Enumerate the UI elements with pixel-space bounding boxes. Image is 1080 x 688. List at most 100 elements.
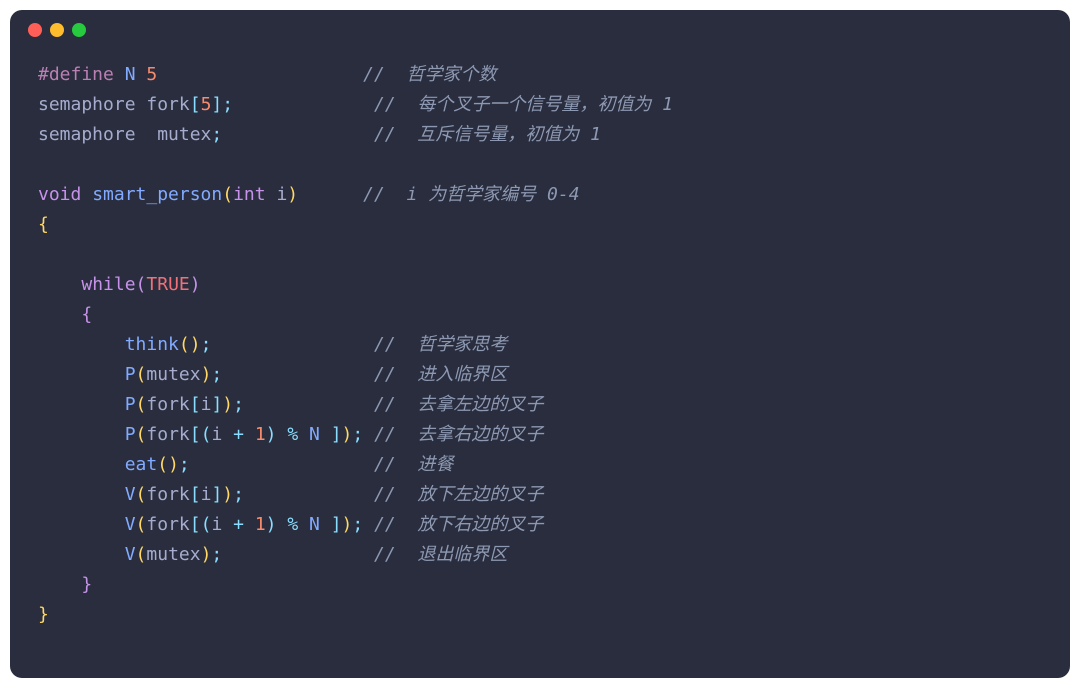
punct-token: ]	[331, 514, 342, 535]
whitespace-token	[38, 334, 125, 355]
code-line: think(); // 哲学家思考	[38, 330, 1042, 360]
ident-token: i	[211, 514, 233, 535]
punct-token: [	[190, 484, 201, 505]
whitespace-token	[244, 394, 374, 415]
minimize-icon[interactable]	[50, 23, 64, 37]
whitespace-token	[157, 64, 363, 85]
punct-token: [	[190, 514, 201, 535]
code-line: P(mutex); // 进入临界区	[38, 360, 1042, 390]
punct-token: ;	[201, 334, 212, 355]
whitespace-token	[38, 514, 125, 535]
comment-token: // 进餐	[374, 454, 453, 475]
whitespace-token	[38, 454, 125, 475]
whitespace-token	[38, 274, 81, 295]
punct-token: ;	[352, 514, 363, 535]
comment-token: // 互斥信号量，初值为 1	[374, 124, 601, 145]
whitespace-token	[298, 184, 363, 205]
ident-token: fork	[146, 514, 189, 535]
paren2-token: (	[179, 334, 190, 355]
whitespace-token	[222, 364, 374, 385]
keyword-token: while	[81, 274, 135, 295]
op-token: +	[233, 514, 255, 535]
func-token: P	[125, 394, 136, 415]
code-line	[38, 150, 1042, 180]
code-area: #define N 5 // 哲学家个数semaphore fork[5]; /…	[10, 50, 1070, 650]
punct-token: [	[190, 94, 201, 115]
paren2-token: )	[201, 544, 212, 565]
paren2-token: )	[342, 424, 353, 445]
paren2-token: (	[136, 394, 147, 415]
macro-token: N	[309, 424, 331, 445]
func-token: V	[125, 544, 136, 565]
punct-token: ]	[211, 394, 222, 415]
ident-token: fork	[146, 394, 189, 415]
whitespace-token	[211, 334, 374, 355]
ident-token: i	[211, 424, 233, 445]
paren3-token: )	[266, 514, 277, 535]
number-token: 1	[255, 424, 266, 445]
comment-token: // 去拿左边的叉子	[374, 394, 543, 415]
paren2-token: )	[168, 454, 179, 475]
comment-token: // 进入临界区	[374, 364, 507, 385]
punct-token: ;	[233, 484, 244, 505]
code-line: eat(); // 进餐	[38, 450, 1042, 480]
paren2-token: (	[136, 544, 147, 565]
func-token: eat	[125, 454, 158, 475]
func-token: smart_person	[92, 184, 222, 205]
code-line: V(fork[i]); // 放下左边的叉子	[38, 480, 1042, 510]
comment-token: // 退出临界区	[374, 544, 507, 565]
code-line: semaphore fork[5]; // 每个叉子一个信号量，初值为 1	[38, 90, 1042, 120]
func-token: V	[125, 514, 136, 535]
whitespace-token	[363, 514, 374, 535]
punct-token: ;	[352, 424, 363, 445]
punct-token: ]	[331, 424, 342, 445]
paren3-token: (	[201, 514, 212, 535]
paren2-token: (	[136, 364, 147, 385]
comment-token: // 放下左边的叉子	[374, 484, 543, 505]
whitespace-token	[38, 304, 81, 325]
code-line: P(fork[(i + 1) % N ]); // 去拿右边的叉子	[38, 420, 1042, 450]
ident-token: i	[201, 394, 212, 415]
macro-token: N	[125, 64, 147, 85]
ident-token: i	[276, 184, 287, 205]
whitespace-token	[38, 484, 125, 505]
const-token: TRUE	[146, 274, 189, 295]
paren3-token: (	[201, 424, 212, 445]
close-icon[interactable]	[28, 23, 42, 37]
whitespace-token	[190, 454, 374, 475]
ident-token: i	[201, 484, 212, 505]
comment-token: // 去拿右边的叉子	[374, 424, 543, 445]
punct-token: ;	[211, 544, 222, 565]
code-line: #define N 5 // 哲学家个数	[38, 60, 1042, 90]
paren2-token: )	[222, 484, 233, 505]
ident-token: fork	[146, 484, 189, 505]
paren2-token: (	[136, 424, 147, 445]
punct-token: ]	[211, 484, 222, 505]
whitespace-token	[38, 574, 81, 595]
punct-token: ;	[211, 364, 222, 385]
ident-token: semaphore mutex	[38, 124, 211, 145]
whitespace-token	[38, 424, 125, 445]
func-token: V	[125, 484, 136, 505]
whitespace-token	[38, 154, 49, 175]
code-line: semaphore mutex; // 互斥信号量，初值为 1	[38, 120, 1042, 150]
func-token: think	[125, 334, 179, 355]
paren2-token: (	[136, 484, 147, 505]
brace-token: }	[38, 604, 49, 625]
ident-token: semaphore fork	[38, 94, 190, 115]
maximize-icon[interactable]	[72, 23, 86, 37]
code-line: while(TRUE)	[38, 270, 1042, 300]
brace-token: {	[38, 214, 49, 235]
ident-token: fork	[146, 424, 189, 445]
ident-token: mutex	[146, 364, 200, 385]
whitespace-token	[38, 244, 49, 265]
whitespace-token	[233, 94, 374, 115]
punct-token: ;	[233, 394, 244, 415]
paren2-token: )	[342, 514, 353, 535]
punct-token: ;	[179, 454, 190, 475]
code-line: }	[38, 600, 1042, 630]
brace2-token: (	[136, 274, 147, 295]
op-token: %	[277, 514, 310, 535]
number-token: 5	[146, 64, 157, 85]
code-line: V(mutex); // 退出临界区	[38, 540, 1042, 570]
